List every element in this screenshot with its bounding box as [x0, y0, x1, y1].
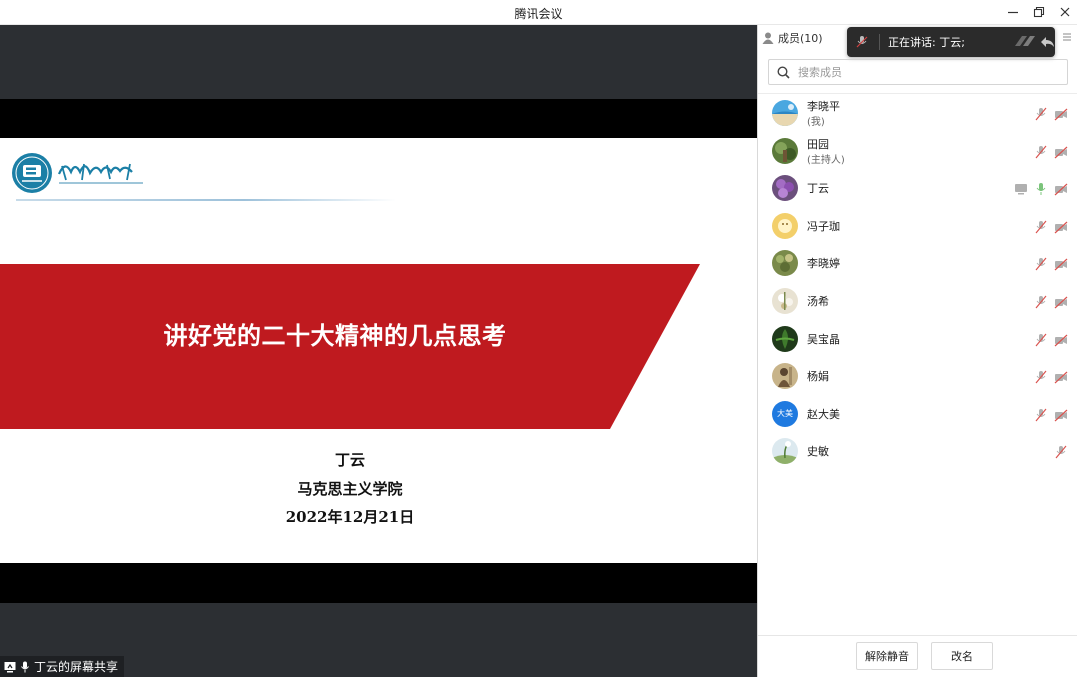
member-row[interactable]: 李晓婷 — [758, 245, 1077, 283]
camera-off-icon[interactable] — [1054, 220, 1068, 234]
member-name: 李晓平 — [807, 100, 840, 113]
muted-mic-icon[interactable] — [1034, 295, 1048, 309]
camera-off-icon[interactable] — [1054, 145, 1068, 159]
screen-share-area: 讲好党的二十大精神的几点思考 丁云 马克思主义学院 2022年12月21日 丁云… — [0, 25, 757, 677]
avatar — [772, 175, 798, 202]
member-name: 赵大美 — [807, 407, 840, 421]
speaker-shape-icon — [1014, 36, 1035, 46]
slide-presenter: 丁云 — [334, 451, 365, 469]
member-name: 田园 — [807, 137, 829, 151]
member-name: 汤希 — [807, 294, 829, 308]
close-button[interactable] — [1057, 4, 1073, 20]
member-role: (主持人) — [807, 154, 845, 166]
camera-off-icon[interactable] — [1054, 257, 1068, 271]
avatar — [772, 250, 798, 277]
member-row[interactable]: 汤希 — [758, 283, 1077, 321]
screen-share-owner: 丁云的屏幕共享 — [34, 660, 119, 674]
reply-icon[interactable] — [1039, 34, 1055, 50]
avatar — [772, 363, 798, 390]
screen-share-icon — [1015, 184, 1027, 195]
members-panel: 成员(10) 正在讲话: 丁云; 李晓平 (我) — [757, 25, 1077, 677]
minimize-button[interactable] — [1005, 4, 1021, 20]
member-row[interactable]: 冯子珈 — [758, 208, 1077, 246]
member-name: 吴宝晶 — [807, 332, 840, 346]
member-row[interactable]: 李晓平 (我) — [758, 95, 1077, 133]
member-row[interactable]: 史敏 — [758, 433, 1077, 471]
members-tab[interactable]: 成员(10) — [778, 30, 823, 46]
speaking-indicator: 正在讲话: 丁云; — [847, 27, 1055, 57]
search-icon — [777, 65, 790, 79]
slide-date: 2022年12月21日 — [285, 508, 415, 526]
avatar: 大美 — [772, 400, 798, 427]
member-name: 史敏 — [807, 445, 829, 459]
avatar-initials: 大美 — [777, 409, 793, 419]
camera-off-icon[interactable] — [1054, 333, 1068, 347]
camera-off-icon[interactable] — [1054, 295, 1068, 309]
member-row[interactable]: 田园 (主持人) — [758, 133, 1077, 171]
camera-off-icon[interactable] — [1054, 370, 1068, 384]
presentation-slide: 讲好党的二十大精神的几点思考 丁云 马克思主义学院 2022年12月21日 — [0, 138, 757, 563]
member-name: 杨娟 — [807, 370, 829, 384]
member-list: 李晓平 (我) 田园 (主持人) 丁云 冯子珈 李晓婷 汤希 吴宝晶 杨娟 大美… — [758, 95, 1077, 471]
member-row[interactable]: 大美 赵大美 — [758, 396, 1077, 434]
muted-mic-icon[interactable] — [1034, 145, 1048, 159]
avatar — [772, 137, 798, 164]
logo-underline — [16, 199, 396, 201]
screen-share-label: 丁云的屏幕共享 — [0, 656, 125, 677]
muted-mic-icon — [856, 36, 868, 48]
camera-off-icon[interactable] — [1054, 182, 1068, 196]
letterbox-top — [0, 99, 757, 138]
screen-share-icon — [4, 661, 16, 672]
member-name: 丁云 — [807, 182, 829, 196]
panel-footer: 解除静音 改名 — [758, 635, 1077, 677]
avatar — [772, 438, 798, 465]
camera-off-icon[interactable] — [1054, 107, 1068, 121]
member-row[interactable]: 吴宝晶 — [758, 321, 1077, 359]
window-title: 腾讯会议 — [514, 7, 563, 21]
members-icon — [762, 32, 774, 44]
muted-mic-icon[interactable] — [1034, 370, 1048, 384]
restore-icon — [1033, 6, 1045, 18]
avatar — [772, 100, 798, 126]
letterbox-bottom — [0, 563, 757, 603]
member-name: 李晓婷 — [807, 257, 840, 271]
member-name: 冯子珈 — [807, 219, 840, 233]
speaking-text: 正在讲话: 丁云; — [888, 36, 965, 49]
search-input[interactable] — [798, 65, 1048, 79]
muted-mic-icon[interactable] — [1034, 257, 1048, 271]
unmute-button[interactable]: 解除静音 — [856, 642, 918, 670]
camera-off-icon[interactable] — [1054, 408, 1068, 422]
university-logo — [12, 152, 152, 194]
muted-mic-icon[interactable] — [1034, 408, 1048, 422]
avatar — [772, 212, 798, 239]
meeting-app: 腾讯会议 讲好党的二十大精神的几点思考 丁云 马克思主义学院 2022年12月2… — [0, 0, 1077, 677]
member-row[interactable]: 杨娟 — [758, 358, 1077, 396]
microphone-icon — [21, 661, 29, 672]
active-mic-icon[interactable] — [1034, 182, 1048, 196]
rename-button[interactable]: 改名 — [931, 642, 993, 670]
slide-title: 讲好党的二十大精神的几点思考 — [163, 322, 507, 350]
close-icon — [1060, 7, 1070, 17]
title-bar: 腾讯会议 — [0, 0, 1077, 25]
minimize-icon — [1008, 11, 1018, 14]
muted-mic-icon[interactable] — [1034, 333, 1048, 347]
speaking-separator — [879, 34, 880, 50]
muted-mic-icon[interactable] — [1034, 220, 1048, 234]
menu-icon[interactable] — [1062, 32, 1072, 42]
member-search[interactable] — [768, 59, 1068, 85]
muted-mic-icon[interactable] — [1054, 445, 1068, 459]
muted-mic-icon[interactable] — [1034, 107, 1048, 121]
member-row[interactable]: 丁云 — [758, 170, 1077, 208]
slide-department: 马克思主义学院 — [297, 480, 403, 498]
restore-button[interactable] — [1031, 4, 1047, 20]
member-role: (我) — [807, 117, 825, 128]
avatar — [772, 287, 798, 314]
panel-divider — [758, 93, 1077, 94]
avatar — [772, 325, 798, 352]
